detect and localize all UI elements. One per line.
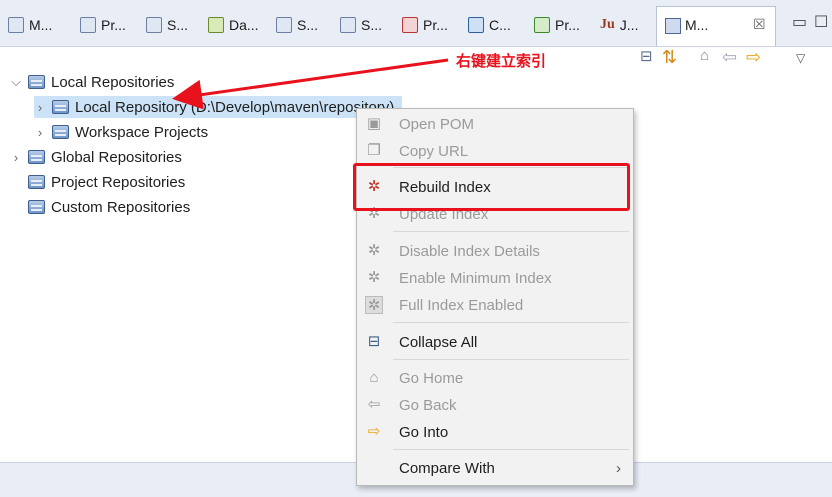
menu-item-compare-with[interactable]: Compare With ›: [357, 455, 633, 481]
tree-item-global-repositories[interactable]: › Global Repositories: [10, 146, 182, 168]
repository-icon: [28, 150, 45, 164]
forward-arrow-icon: ⇨: [367, 423, 381, 440]
tree-item-local-repositories[interactable]: ⌵ Local Repositories: [10, 71, 174, 93]
tab-junit[interactable]: Ju J...: [600, 14, 638, 36]
data-source-icon: [208, 17, 224, 33]
view-menu-icon[interactable]: ▽: [796, 51, 805, 65]
tree-item-custom-repositories[interactable]: Custom Repositories: [28, 196, 190, 218]
forward-arrow-icon[interactable]: ⇨: [746, 47, 761, 68]
copy-icon: ❐: [367, 142, 381, 159]
properties-icon: [80, 17, 96, 33]
junit-icon: Ju: [600, 17, 615, 32]
minimize-button[interactable]: ▭: [792, 12, 807, 32]
tree-item-workspace-projects[interactable]: › Workspace Projects: [34, 121, 208, 143]
repository-icon: [52, 100, 69, 114]
index-details-icon: ✲: [367, 242, 381, 259]
search-icon: [340, 17, 356, 33]
maximize-button[interactable]: ☐: [814, 12, 828, 32]
view-tab-bar: M... Pr... S... Da... S... S... Pr... C.…: [0, 0, 832, 47]
refresh-icon[interactable]: ⇅: [662, 47, 677, 68]
menu-separator: [393, 322, 629, 323]
back-arrow-icon[interactable]: ⇦: [722, 47, 737, 68]
repository-icon: [28, 200, 45, 214]
menu-item-go-into[interactable]: ⇨ Go Into: [357, 419, 633, 445]
menu-item-go-home[interactable]: ⌂ Go Home: [357, 365, 633, 391]
home-icon[interactable]: ⌂: [700, 47, 709, 64]
annotation-highlight-box: [353, 163, 630, 211]
tab-snippets[interactable]: S...: [276, 14, 318, 36]
repository-icon: [52, 125, 69, 139]
maven-icon: [8, 17, 24, 33]
back-arrow-icon: ⇦: [367, 396, 381, 413]
menu-item-open-pom[interactable]: ▣ Open POM: [357, 111, 633, 137]
menu-item-enable-minimum-index[interactable]: ✲ Enable Minimum Index: [357, 265, 633, 291]
tree-item-local-repository[interactable]: › Local Repository (D:\Develop\maven\rep…: [34, 96, 403, 118]
menu-item-copy-url[interactable]: ❐ Copy URL: [357, 138, 633, 164]
chevron-right-icon[interactable]: ›: [34, 100, 46, 115]
menu-separator: [393, 359, 629, 360]
tab-servers[interactable]: S...: [146, 14, 188, 36]
close-icon[interactable]: ☒: [753, 16, 766, 33]
home-icon: ⌂: [369, 369, 379, 386]
chevron-right-icon[interactable]: ›: [34, 125, 46, 140]
submenu-arrow-icon: ›: [616, 459, 621, 477]
pom-file-icon: ▣: [366, 115, 382, 132]
menu-item-go-back[interactable]: ⇦ Go Back: [357, 392, 633, 418]
progress-icon: [534, 17, 550, 33]
collapse-all-icon[interactable]: ⊟: [640, 47, 653, 65]
servers-icon: [146, 17, 162, 33]
menu-separator: [393, 449, 629, 450]
tab-console[interactable]: C...: [468, 14, 511, 36]
tab-maven-repositories[interactable]: M... ☒: [656, 6, 776, 46]
problems-icon: [402, 17, 418, 33]
chevron-right-icon[interactable]: ›: [10, 150, 22, 165]
snippets-icon: [276, 17, 292, 33]
tab-maven[interactable]: M...: [8, 14, 52, 36]
annotation-text: 右键建立索引: [456, 53, 547, 70]
menu-item-disable-index-details[interactable]: ✲ Disable Index Details: [357, 238, 633, 264]
tab-properties[interactable]: Pr...: [80, 14, 126, 36]
full-index-icon: ✲: [365, 296, 383, 314]
menu-item-full-index-enabled[interactable]: ✲ Full Index Enabled: [357, 292, 633, 318]
tab-search[interactable]: S...: [340, 14, 382, 36]
collapse-all-icon: ⊟: [367, 333, 381, 350]
tab-problems[interactable]: Pr...: [402, 14, 448, 36]
chevron-down-icon[interactable]: ⌵: [10, 74, 22, 90]
tree-item-project-repositories[interactable]: Project Repositories: [28, 171, 185, 193]
minimum-index-icon: ✲: [367, 269, 381, 286]
menu-separator: [393, 231, 629, 232]
tab-progress[interactable]: Pr...: [534, 14, 580, 36]
repository-icon: [28, 175, 45, 189]
repository-icon: [28, 75, 45, 89]
maven-repositories-icon: [665, 18, 681, 34]
menu-item-collapse-all[interactable]: ⊟ Collapse All: [357, 329, 633, 355]
tab-data-source[interactable]: Da...: [208, 14, 259, 36]
console-icon: [468, 17, 484, 33]
